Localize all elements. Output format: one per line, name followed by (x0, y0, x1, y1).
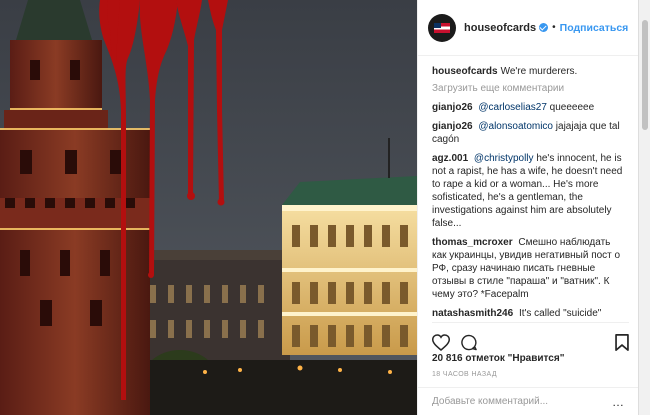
comment-mention[interactable]: @carloselias27 (478, 102, 547, 113)
avatar[interactable] (428, 13, 456, 42)
list-item: agz.001 @christypolly he's innocent, he … (432, 152, 627, 230)
action-bar (432, 322, 629, 355)
comments-list[interactable]: houseofcards We're murderers. Загрузить е… (418, 57, 639, 319)
comment-text: queeeeee (549, 102, 595, 113)
comment-text: he's innocent, he is not a rapist, he ha… (432, 153, 623, 229)
comment-username[interactable]: gianjo26 (432, 121, 473, 132)
list-item: thomas_mcroxer Смешно наблюдать как укра… (432, 236, 627, 301)
comment-username[interactable]: natashasmith246 (432, 308, 513, 319)
separator-dot: • (552, 22, 556, 33)
comment-username[interactable]: agz.001 (432, 153, 468, 164)
likes-count[interactable]: 20 816 отметок "Нравится" (432, 353, 564, 364)
comment-username[interactable]: gianjo26 (432, 102, 473, 113)
follow-button[interactable]: Подписаться (560, 22, 629, 34)
comment-input[interactable] (432, 396, 612, 407)
instagram-post-window: houseofcards • Подписаться houseofcards W… (0, 0, 650, 415)
list-item: gianjo26 @carloselias27 queeeeee (432, 101, 627, 114)
post-header: houseofcards • Подписаться (418, 0, 639, 56)
comment-icon[interactable] (460, 334, 478, 351)
heart-icon[interactable] (432, 333, 450, 351)
post-sidebar: houseofcards • Подписаться houseofcards W… (417, 0, 639, 415)
load-more-comments-link[interactable]: Загрузить еще комментарии (432, 82, 627, 95)
more-options-icon[interactable]: … (612, 395, 625, 409)
kremlin-photo (0, 0, 417, 415)
caption-text: We're murderers. (500, 66, 578, 77)
post-username[interactable]: houseofcards (464, 22, 536, 34)
list-item: gianjo26 @alonsoatomico jajajaja que tal… (432, 120, 627, 146)
comment-mention[interactable]: @alonsoatomico (478, 121, 553, 132)
caption: houseofcards We're murderers. (432, 65, 627, 78)
page-scrollbar[interactable] (638, 0, 650, 415)
post-timestamp[interactable]: 18 часов назад (432, 371, 497, 378)
bookmark-icon[interactable] (615, 333, 629, 351)
flag-logo-icon (434, 22, 450, 33)
comment-username[interactable]: thomas_mcroxer (432, 237, 513, 248)
comment-mention[interactable]: @christypolly (474, 153, 534, 164)
verified-icon (539, 23, 549, 32)
post-image (0, 0, 417, 415)
scrollbar-thumb[interactable] (642, 20, 648, 130)
add-comment-bar: … (418, 387, 639, 415)
list-item: natashasmith246 It's called "suicide" wh… (432, 307, 627, 319)
caption-username[interactable]: houseofcards (432, 66, 498, 77)
